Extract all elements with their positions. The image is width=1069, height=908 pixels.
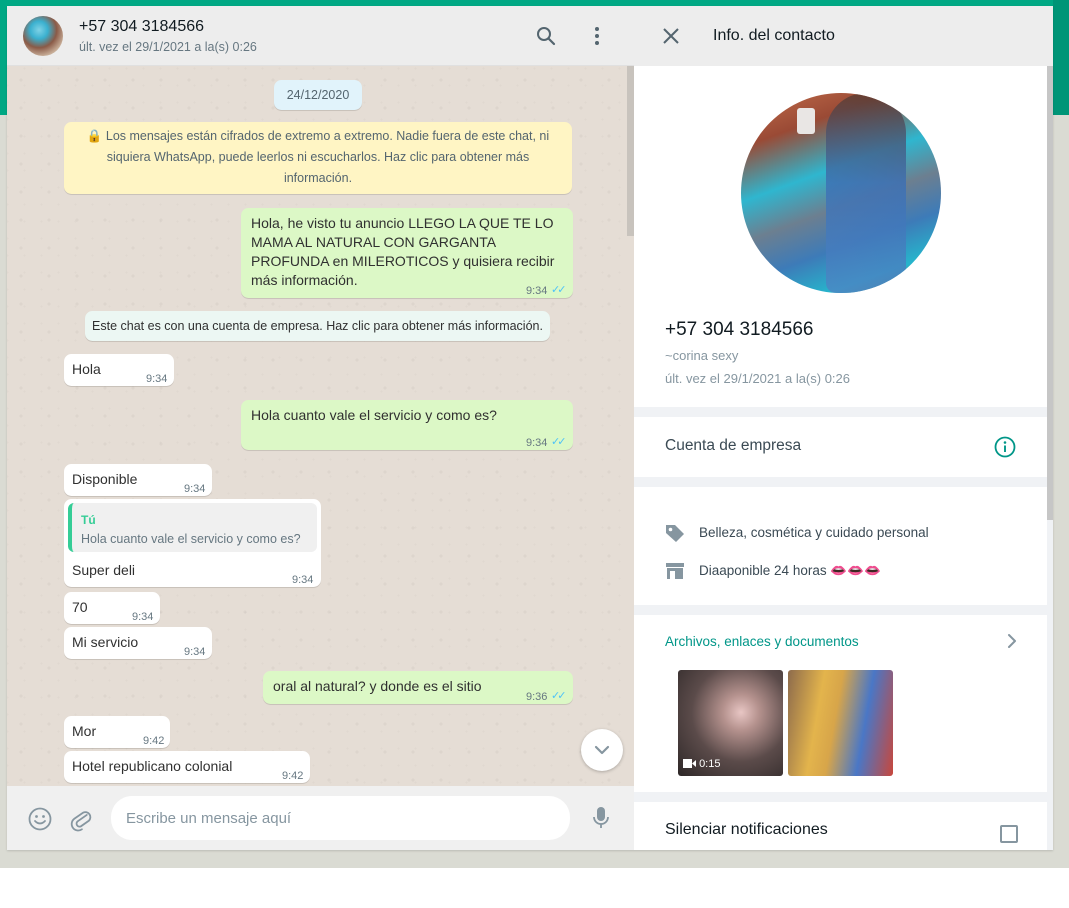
message-time: 9:34 bbox=[526, 437, 548, 449]
message-text: Disponible bbox=[72, 471, 138, 487]
mute-checkbox[interactable] bbox=[1000, 825, 1018, 843]
message-text: oral al natural? y donde es el sitio bbox=[273, 678, 482, 694]
media-label[interactable]: Archivos, enlaces y documentos bbox=[665, 634, 859, 649]
mic-icon[interactable] bbox=[589, 804, 613, 832]
quote-text: Hola cuanto vale el servicio y como es? bbox=[81, 532, 301, 546]
message-in[interactable]: 70 9:34 bbox=[64, 592, 160, 624]
chat-header[interactable]: +57 304 3184566 últ. vez el 29/1/2021 a … bbox=[7, 6, 634, 66]
store-icon bbox=[664, 560, 686, 582]
chevron-down-icon bbox=[594, 745, 610, 755]
message-out[interactable]: oral al natural? y donde es el sitio 9:3… bbox=[263, 671, 573, 704]
chat-last-seen: últ. vez el 29/1/2021 a la(s) 0:26 bbox=[79, 40, 257, 54]
profile-photo[interactable] bbox=[741, 93, 941, 293]
contact-last-seen: últ. vez el 29/1/2021 a la(s) 0:26 bbox=[665, 371, 851, 386]
chat-scrollbar[interactable] bbox=[627, 66, 634, 236]
message-out[interactable]: Hola, he visto tu anuncio LLEGO LA QUE T… bbox=[241, 208, 573, 298]
message-text: Mi servicio bbox=[72, 634, 139, 650]
message-time: 9:34 bbox=[526, 285, 548, 297]
message-text: Super deli bbox=[72, 562, 136, 578]
read-ticks-icon: ✓✓ bbox=[551, 690, 567, 702]
close-icon[interactable] bbox=[661, 26, 681, 46]
message-input-wrap bbox=[111, 796, 570, 840]
message-time: 9:34 bbox=[292, 574, 314, 586]
message-out[interactable]: Hola cuanto vale el servicio y como es? … bbox=[241, 400, 573, 450]
message-in[interactable]: Mi servicio 9:34 bbox=[64, 627, 212, 659]
emoji-icon[interactable] bbox=[27, 806, 53, 832]
message-time: 9:36 bbox=[526, 691, 548, 703]
message-time: 9:34 bbox=[132, 611, 154, 623]
menu-dots-icon[interactable] bbox=[585, 24, 609, 48]
chat-title: +57 304 3184566 bbox=[79, 18, 205, 35]
media-section: Archivos, enlaces y documentos 0:15 bbox=[634, 615, 1047, 792]
media-thumbnail-video[interactable]: 0:15 bbox=[678, 670, 783, 776]
message-time: 9:34 bbox=[184, 646, 206, 658]
quoted-message[interactable]: Tú Hola cuanto vale el servicio y como e… bbox=[68, 503, 317, 552]
business-details: Belleza, cosmética y cuidado personal Di… bbox=[634, 487, 1047, 605]
message-list[interactable]: 24/12/2020 🔒 Los mensajes están cifrados… bbox=[7, 66, 634, 786]
app-window: +57 304 3184566 últ. vez el 29/1/2021 a … bbox=[7, 6, 1053, 850]
quote-author: Tú bbox=[81, 513, 96, 527]
video-duration: 0:15 bbox=[683, 758, 720, 770]
message-in[interactable]: Disponible 9:34 bbox=[64, 464, 212, 496]
search-icon[interactable] bbox=[534, 24, 558, 48]
chevron-right-icon[interactable] bbox=[1004, 631, 1020, 651]
chat-pane: +57 304 3184566 últ. vez el 29/1/2021 a … bbox=[7, 6, 634, 850]
info-title: Info. del contacto bbox=[713, 27, 835, 44]
business-category: Belleza, cosmética y cuidado personal bbox=[699, 525, 929, 540]
message-time: 9:34 bbox=[146, 373, 168, 385]
contact-name: ~corina sexy bbox=[665, 348, 739, 363]
attach-icon[interactable] bbox=[68, 806, 94, 832]
message-in[interactable]: Mor 9:42 bbox=[64, 716, 170, 748]
mute-label: Silenciar notificaciones bbox=[665, 821, 828, 838]
scroll-down-button[interactable] bbox=[581, 729, 623, 771]
message-in-reply[interactable]: Tú Hola cuanto vale el servicio y como e… bbox=[64, 499, 321, 587]
info-header: Info. del contacto bbox=[634, 6, 1053, 66]
contact-phone: +57 304 3184566 bbox=[665, 319, 814, 340]
video-icon bbox=[683, 759, 696, 768]
profile-card: +57 304 3184566 ~corina sexy últ. vez el… bbox=[634, 66, 1047, 407]
message-text: Hola, he visto tu anuncio LLEGO LA QUE T… bbox=[251, 215, 555, 288]
info-scrollbar[interactable] bbox=[1047, 66, 1053, 520]
message-input[interactable] bbox=[111, 796, 570, 840]
info-icon[interactable] bbox=[994, 436, 1016, 458]
message-text: Hotel republicano colonial bbox=[72, 758, 233, 774]
message-text: Hola bbox=[72, 361, 101, 377]
message-text: Hola cuanto vale el servicio y como es? bbox=[251, 407, 497, 423]
message-time: 9:42 bbox=[143, 735, 165, 747]
message-text: Mor bbox=[72, 723, 97, 739]
encryption-notice[interactable]: 🔒 Los mensajes están cifrados de extremo… bbox=[64, 122, 572, 194]
message-in[interactable]: Hola 9:34 bbox=[64, 354, 174, 386]
message-time: 9:42 bbox=[282, 770, 304, 782]
date-chip: 24/12/2020 bbox=[274, 80, 362, 110]
business-hours: Diaaponible 24 horas 👄👄👄 bbox=[699, 563, 881, 578]
message-in[interactable]: Hotel republicano colonial 9:42 bbox=[64, 751, 310, 783]
business-notice[interactable]: Este chat es con una cuenta de empresa. … bbox=[85, 311, 550, 341]
contact-info-panel: Info. del contacto +57 304 3184566 ~cori… bbox=[634, 6, 1053, 850]
read-ticks-icon: ✓✓ bbox=[551, 284, 567, 296]
message-text: 70 bbox=[72, 599, 88, 615]
tag-icon bbox=[664, 522, 686, 544]
mute-row[interactable]: Silenciar notificaciones bbox=[634, 802, 1047, 850]
message-time: 9:34 bbox=[184, 483, 206, 495]
media-thumbnail-image[interactable] bbox=[788, 670, 893, 776]
business-account-label: Cuenta de empresa bbox=[665, 437, 802, 454]
read-ticks-icon: ✓✓ bbox=[551, 436, 567, 448]
composer bbox=[7, 786, 634, 850]
avatar[interactable] bbox=[23, 16, 63, 56]
business-account-row[interactable]: Cuenta de empresa bbox=[634, 417, 1047, 477]
